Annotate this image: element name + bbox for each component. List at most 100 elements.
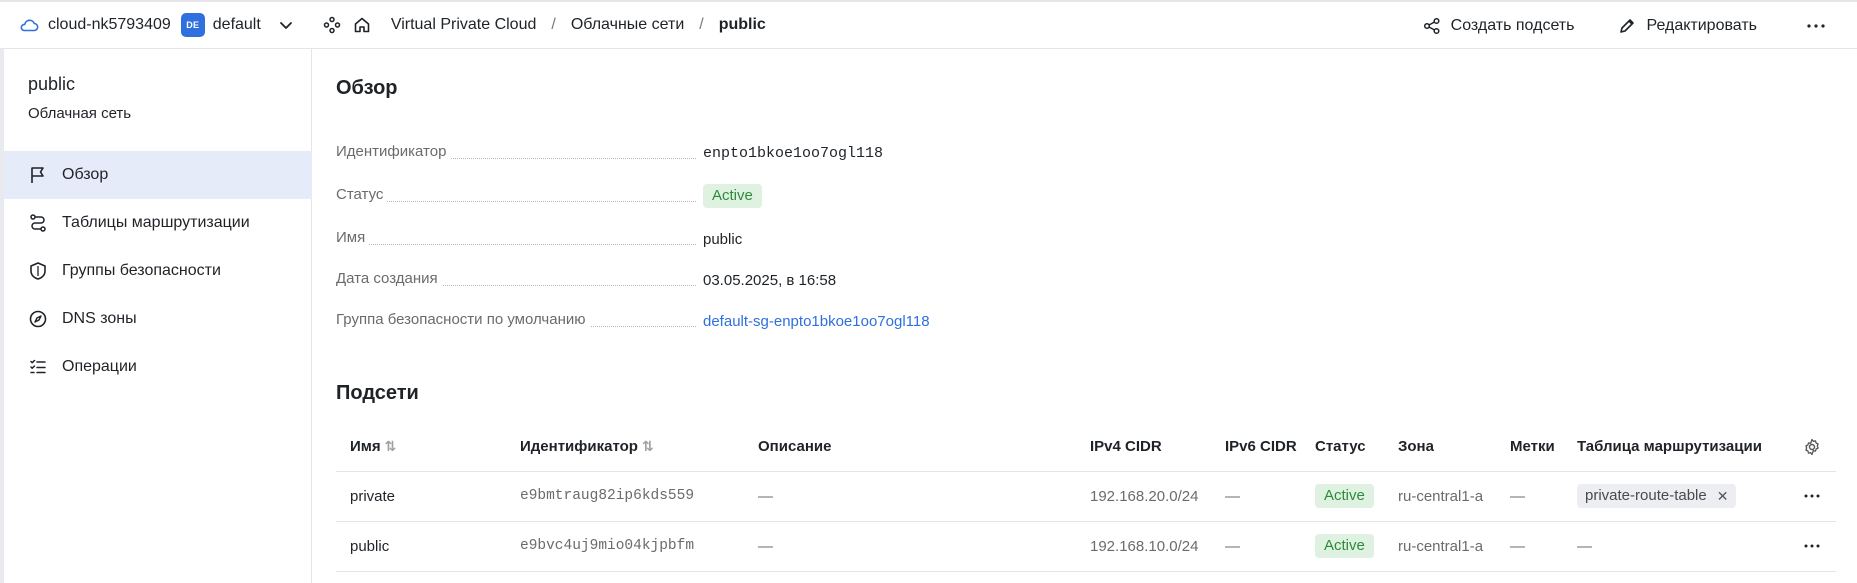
route-table-tag-label: private-route-table xyxy=(1585,487,1707,504)
dotted-leader xyxy=(336,201,696,202)
prop-label: Группа безопасности по умолчанию xyxy=(336,311,590,328)
col-header-ipv6: IPv6 CIDR xyxy=(1225,423,1315,472)
prop-created: Дата создания 03.05.2025, в 16:58 xyxy=(336,268,1336,292)
table-row[interactable]: public e9bvc4uj9mio04kjpbfm — 192.168.10… xyxy=(336,521,1836,572)
sidebar-item-overview[interactable]: Обзор xyxy=(4,151,312,199)
cell-id: e9bvc4uj9mio04kjpbfm xyxy=(520,521,758,572)
network-id-value[interactable]: enpto1bkoe1oo7ogl118 xyxy=(703,141,883,165)
col-header-route-table: Таблица маршрутизации xyxy=(1577,423,1797,472)
sidebar-item-dns-zones[interactable]: DNS зоны xyxy=(4,295,312,343)
cell-ipv4: 192.168.20.0/24 xyxy=(1090,471,1225,522)
subnets-heading: Подсети xyxy=(336,382,419,404)
settings-gear-icon[interactable] xyxy=(1797,432,1827,462)
shield-icon xyxy=(30,262,46,280)
folder-name: default xyxy=(212,16,261,33)
sidebar-nav: Обзор Таблицы маршрутизации Группы безоп… xyxy=(4,151,312,391)
create-subnet-label: Создать подсеть xyxy=(1450,16,1575,34)
sidebar-item-security-groups[interactable]: Группы безопасности xyxy=(4,247,312,295)
flag-icon xyxy=(31,167,44,183)
prop-label: Имя xyxy=(336,229,370,246)
prop-id: Идентификатор enpto1bkoe1oo7ogl118 xyxy=(336,141,1336,165)
edit-label: Редактировать xyxy=(1646,16,1757,34)
breadcrumb-separator: / xyxy=(699,16,704,33)
sidebar-title: public xyxy=(28,74,76,94)
chevron-down-icon[interactable] xyxy=(271,10,301,40)
table-row[interactable]: private e9bmtraug82ip6kds559 — 192.168.2… xyxy=(336,471,1836,522)
cell-ipv6: — xyxy=(1225,471,1315,522)
create-subnet-button[interactable]: Создать подсеть xyxy=(1423,16,1575,35)
col-header-status: Статус xyxy=(1315,423,1398,472)
table-settings xyxy=(1797,423,1836,472)
sidebar-item-label: Обзор xyxy=(62,166,109,183)
col-header-zone: Зона xyxy=(1398,423,1510,472)
route-icon xyxy=(30,214,46,232)
edit-button[interactable]: Редактировать xyxy=(1618,17,1757,35)
sort-icon[interactable]: ⇅ xyxy=(642,438,654,454)
breadcrumb-vpc[interactable]: Virtual Private Cloud xyxy=(391,16,537,34)
status-badge: Active xyxy=(703,184,762,208)
pencil-icon xyxy=(1620,18,1635,33)
sort-icon[interactable]: ⇅ xyxy=(385,438,397,454)
sidebar-item-label: Операции xyxy=(62,358,137,375)
cell-status: Active xyxy=(1315,471,1398,522)
cell-name[interactable]: public xyxy=(336,521,520,572)
cloud-name: cloud-nk5793409 xyxy=(48,16,171,33)
sidebar-item-route-tables[interactable]: Таблицы маршрутизации xyxy=(4,199,312,247)
folder-selector[interactable]: DE default xyxy=(171,10,301,40)
col-header-name[interactable]: Имя ⇅ xyxy=(336,423,520,472)
cell-description: — xyxy=(758,521,1090,572)
col-header-label: Идентификатор xyxy=(520,438,638,456)
cell-route-table: — xyxy=(1577,521,1797,572)
sidebar-item-label: Группы безопасности xyxy=(62,262,221,279)
cell-ipv6: — xyxy=(1225,521,1315,572)
status-value: Active xyxy=(703,184,762,208)
prop-label: Дата создания xyxy=(336,270,442,287)
col-header-labels: Метки xyxy=(1510,423,1577,472)
more-icon[interactable] xyxy=(1797,531,1827,561)
sidebar: public Облачная сеть Обзор Таблицы маршр… xyxy=(0,49,312,583)
cell-id: e9bmtraug82ip6kds559 xyxy=(520,471,758,522)
breadcrumb-separator: / xyxy=(551,16,556,33)
share-nodes-icon xyxy=(1423,17,1440,34)
subnets-table: Имя ⇅ Идентификатор ⇅ Описание IPv4 CIDR I… xyxy=(336,423,1836,572)
cell-labels: — xyxy=(1510,521,1577,572)
cloud-icon xyxy=(18,14,40,36)
prop-security-group: Группа безопасности по умолчанию default… xyxy=(336,309,1336,333)
breadcrumb-networks[interactable]: Облачные сети xyxy=(571,16,684,34)
breadcrumb-current: public xyxy=(718,16,766,33)
cell-status: Active xyxy=(1315,521,1398,572)
prop-label: Идентификатор xyxy=(336,143,451,160)
security-group-link[interactable]: default-sg-enpto1bkoe1oo7ogl118 xyxy=(703,309,930,333)
status-badge: Active xyxy=(1315,534,1374,558)
sidebar-subtitle: Облачная сеть xyxy=(28,105,132,122)
table-header-row: Имя ⇅ Идентификатор ⇅ Описание IPv4 CIDR I… xyxy=(336,423,1836,472)
route-table-tag[interactable]: private-route-table ✕ xyxy=(1577,484,1737,508)
services-icon[interactable] xyxy=(317,10,347,40)
cell-zone: ru-central1-a xyxy=(1398,521,1510,572)
top-bar-actions: Создать подсеть Редактировать xyxy=(1423,2,1857,49)
top-bar: cloud-nk5793409 DE default Virtual Priva… xyxy=(0,0,1857,49)
cloud-selector[interactable]: cloud-nk5793409 xyxy=(18,14,171,36)
cell-zone: ru-central1-a xyxy=(1398,471,1510,522)
home-icon[interactable] xyxy=(347,10,377,40)
col-header-id[interactable]: Идентификатор ⇅ xyxy=(520,423,758,472)
cell-actions xyxy=(1797,521,1836,572)
sidebar-item-operations[interactable]: Операции xyxy=(4,343,312,391)
top-bar-left: cloud-nk5793409 DE default Virtual Priva… xyxy=(0,2,766,48)
sidebar-item-label: DNS зоны xyxy=(62,310,137,327)
cell-route-table: private-route-table ✕ xyxy=(1577,471,1797,522)
dotted-leader xyxy=(336,244,696,245)
more-icon[interactable] xyxy=(1797,481,1827,511)
breadcrumb: Virtual Private Cloud / Облачные сети / … xyxy=(391,16,766,34)
col-header-description: Описание xyxy=(758,423,1090,472)
compass-icon xyxy=(29,310,47,328)
prop-status: Статус Active xyxy=(336,184,1336,208)
cell-description: — xyxy=(758,471,1090,522)
close-icon[interactable]: ✕ xyxy=(1717,486,1729,506)
col-header-ipv4: IPv4 CIDR xyxy=(1090,423,1225,472)
cell-name[interactable]: private xyxy=(336,471,520,522)
cell-labels: — xyxy=(1510,471,1577,522)
more-icon[interactable] xyxy=(1801,11,1831,41)
sidebar-item-label: Таблицы маршрутизации xyxy=(62,214,250,231)
folder-badge: DE xyxy=(180,13,205,37)
